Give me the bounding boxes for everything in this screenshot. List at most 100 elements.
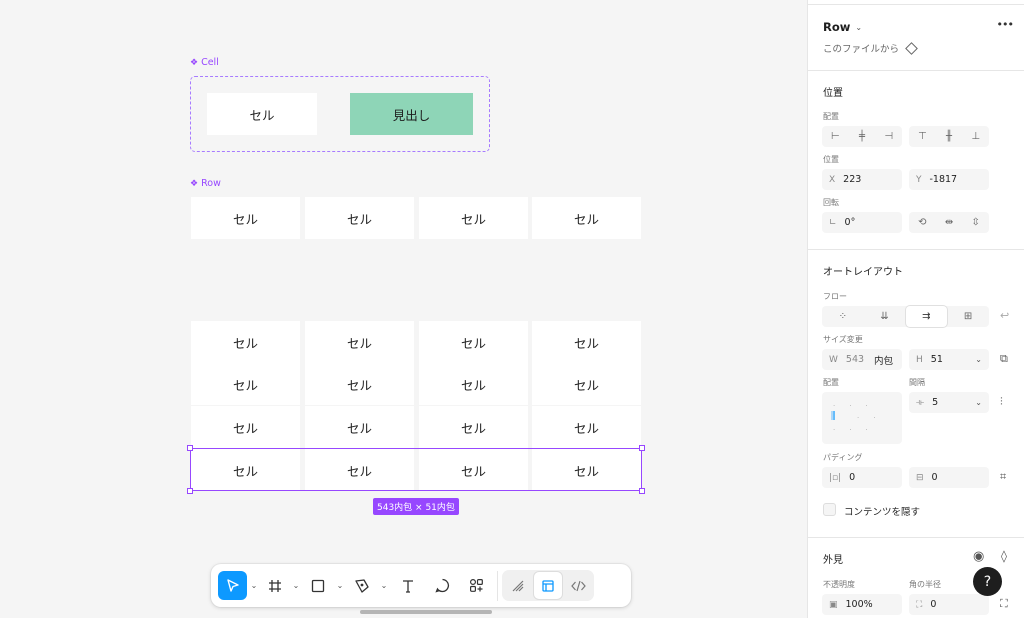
more-options-button[interactable]: ••• [997,18,1014,31]
design-mode-icon [542,579,554,592]
alignment-selected-icon: ⫼ [831,411,836,422]
table-cell[interactable]: セル [305,406,414,448]
position-section: 位置 配置 ⊢ ╪ ⊣ ⊤ ╫ ⊥ 位置 X 223 Y -1817 回転 ∟ 0° … [808,71,1024,250]
design-mode-button[interactable] [534,572,562,599]
individual-corners-icon[interactable]: ⛶ [1000,597,1008,611]
chevron-down-icon[interactable]: ⌄ [975,355,982,364]
table-cell[interactable]: セル [532,321,641,363]
resize-handle-top-left[interactable] [187,445,193,451]
component-name-dropdown[interactable]: Row ⌄ [823,20,862,34]
blend-mode-icon[interactable]: ◊ [1001,549,1007,563]
properties-panel: Row ⌄ ••• このファイルから 位置 配置 ⊢ ╪ ⊣ ⊤ ╫ ⊥ 位置 … [807,0,1024,618]
gap-field[interactable]: ⟛ 5 ⌄ [909,392,989,413]
row-cell[interactable]: セル [419,197,528,239]
corner-radius-icon: ⛶ [916,599,923,610]
table-row[interactable]: セル セル セル セル [191,363,642,405]
alignment-grid[interactable]: ··· ⫼ ·· ··· [822,392,902,444]
clip-content-checkbox[interactable] [823,503,836,516]
dev-mode-icon [570,580,586,591]
vertical-padding-field[interactable]: ⊟ 0 [909,467,989,488]
shape-tool-button[interactable] [303,571,333,600]
comment-icon [434,578,449,593]
heading-cell-variant[interactable]: 見出し [350,93,473,135]
row-component-label[interactable]: ❖ Row [190,178,221,189]
row-cell[interactable]: セル [532,197,641,239]
wrap-icon[interactable]: ↩ [1000,309,1009,322]
frame-icon [269,579,281,592]
cell-variant[interactable]: セル [207,93,317,135]
design-canvas[interactable]: ❖ Cell セル 見出し ❖ Row セル セル セル セル セル セル セル… [0,0,807,618]
individual-padding-icon[interactable]: ⌗ [1000,470,1006,484]
horizontal-scrollbar[interactable] [360,610,492,614]
vertical-padding-icon: ⊟ [916,472,924,483]
opacity-field[interactable]: ▣ 100% [822,594,902,615]
horizontal-flow-icon[interactable]: ⇉ [905,306,948,327]
table-cell[interactable]: セル [532,363,641,405]
align-top-icon[interactable]: ⊤ [909,126,936,147]
freeform-icon[interactable]: ⁘ [822,306,864,327]
resize-to-fit-icon[interactable]: ⧉ [1000,352,1008,366]
pen-tool-button[interactable] [347,571,377,600]
advanced-settings-icon[interactable]: ⫶ [1000,395,1003,409]
table-cell[interactable]: セル [305,321,414,363]
resize-handle-bottom-right[interactable] [639,488,645,494]
row-component[interactable]: セル セル セル セル [191,197,642,239]
eye-icon[interactable]: ◉ [973,549,984,564]
align-bottom-icon[interactable]: ⊥ [962,126,989,147]
horizontal-padding-field[interactable]: |▫| 0 [822,467,902,488]
chevron-down-icon[interactable]: ⌄ [289,581,303,590]
autolayout-section: オートレイアウト フロー ⁘ ⇊ ⇉ ⊞ ↩ サイズ変更 W 543 内包 H … [808,250,1024,538]
component-diamond-icon [905,41,918,55]
table-cell[interactable]: セル [191,321,300,363]
vertical-flow-icon[interactable]: ⇊ [864,306,906,327]
chevron-down-icon[interactable]: ⌄ [247,581,261,590]
rotate-icon[interactable]: ⟲ [909,212,936,233]
align-left-icon[interactable]: ⊢ [822,126,849,147]
draw-mode-icon [512,580,524,591]
table-cell[interactable]: セル [532,406,641,448]
flip-vertical-icon[interactable]: ⇳ [962,212,989,233]
chevron-down-icon[interactable]: ⌄ [333,581,347,590]
y-position-field[interactable]: Y -1817 [909,169,989,190]
help-button[interactable]: ? [973,567,1002,596]
table-cell[interactable]: セル [191,406,300,448]
transform-group: ⟲ ⇹ ⇳ [909,212,989,233]
align-center-v-icon[interactable]: ╫ [936,126,963,147]
mode-switcher [502,570,594,601]
comment-tool-button[interactable] [425,571,459,600]
dev-mode-button[interactable] [564,572,592,599]
x-position-field[interactable]: X 223 [822,169,902,190]
table-cell[interactable]: セル [305,363,414,405]
row-cell[interactable]: セル [305,197,414,239]
chevron-down-icon[interactable]: ⌄ [377,581,391,590]
draw-mode-button[interactable] [504,572,532,599]
width-field[interactable]: W 543 内包 [822,349,902,370]
table-cell[interactable]: セル [419,321,528,363]
align-center-h-icon[interactable]: ╪ [849,126,876,147]
table-cell[interactable]: セル [191,363,300,405]
row-cell[interactable]: セル [191,197,300,239]
section-title-appearance: 外見 [823,555,843,566]
resize-handle-top-right[interactable] [639,445,645,451]
toolbar-divider [497,570,498,601]
table-cell[interactable]: セル [419,406,528,448]
bottom-toolbar: ⌄ ⌄ ⌄ ⌄ [211,564,631,607]
align-right-icon[interactable]: ⊣ [875,126,902,147]
main-component-link[interactable]: このファイルから [823,41,918,55]
move-tool-button[interactable] [218,571,247,600]
flip-horizontal-icon[interactable]: ⇹ [936,212,963,233]
corner-radius-field[interactable]: ⛶ 0 [909,594,989,615]
table-row[interactable]: セル セル セル セル [191,406,642,448]
actions-tool-button[interactable] [459,571,493,600]
resize-handle-bottom-left[interactable] [187,488,193,494]
grid-flow-icon[interactable]: ⊞ [947,306,989,327]
cell-component-label[interactable]: ❖ Cell [190,57,219,68]
table-row[interactable]: セル セル セル セル [191,321,642,363]
frame-tool-button[interactable] [261,571,289,600]
chevron-down-icon[interactable]: ⌄ [975,398,982,407]
horizontal-align-group: ⊢ ╪ ⊣ [822,126,902,147]
rotation-field[interactable]: ∟ 0° [822,212,902,233]
text-tool-button[interactable] [391,571,425,600]
height-field[interactable]: H 51 ⌄ [909,349,989,370]
table-cell[interactable]: セル [419,363,528,405]
